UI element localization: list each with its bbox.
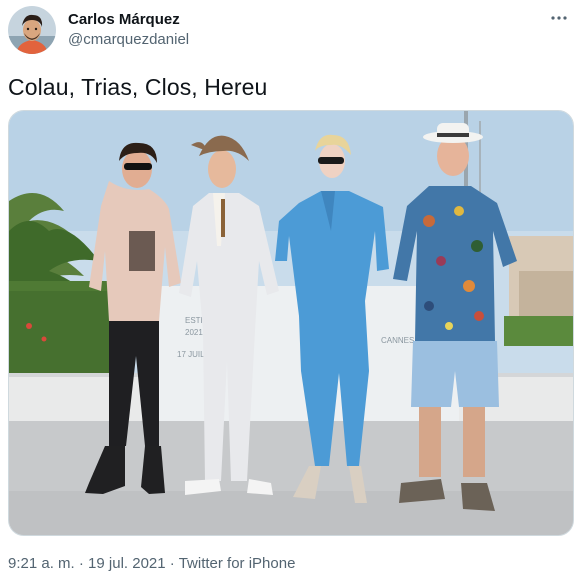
backdrop-text-2: CANNES (381, 336, 414, 345)
more-options-button[interactable] (547, 6, 571, 30)
avatar[interactable] (8, 6, 56, 54)
user-handle[interactable]: @cmarquezdaniel (68, 30, 189, 50)
tweet-time[interactable]: 9:21 a. m. (8, 555, 75, 572)
tweet-photo[interactable]: ESTIVAL 2021 17 JUILLET CANNES (8, 110, 574, 536)
avatar-image (8, 6, 56, 54)
backdrop-text-4: 2021 (185, 328, 203, 337)
photo-scene: ESTIVAL 2021 17 JUILLET CANNES (9, 111, 573, 535)
display-name[interactable]: Carlos Márquez (68, 10, 189, 30)
tweet-text: Colau, Trias, Clos, Hereu (8, 74, 268, 100)
meta-separator-1: · (74, 555, 89, 572)
tweet-source[interactable]: Twitter for iPhone (179, 555, 296, 572)
meta-separator-2: · (165, 555, 179, 572)
tweet-metadata: 9:21 a. m. · 19 jul. 2021 · Twitter for … (8, 554, 295, 574)
tweet: Carlos Márquez @cmarquezdaniel Colau, Tr… (0, 0, 583, 581)
author-names: Carlos Márquez @cmarquezdaniel (68, 10, 189, 50)
more-horizontal-icon (551, 16, 567, 20)
tweet-date[interactable]: 19 jul. 2021 (88, 555, 166, 572)
